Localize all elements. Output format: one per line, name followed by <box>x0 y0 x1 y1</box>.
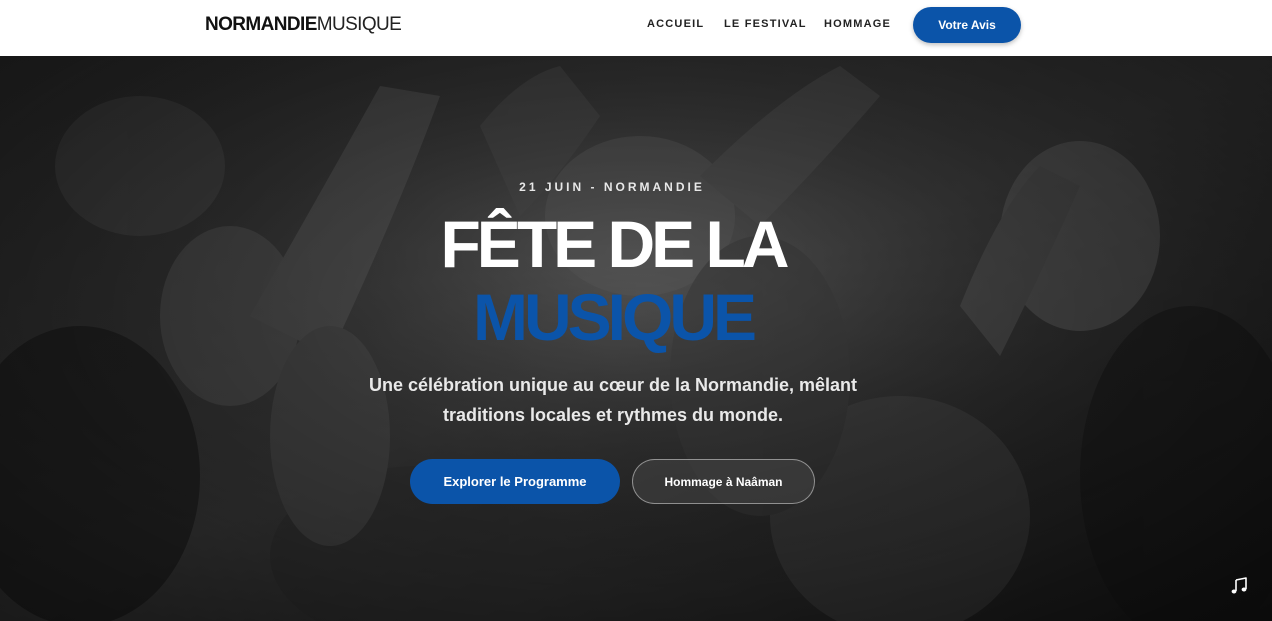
nav-link-hommage[interactable]: HOMMAGE <box>824 18 891 30</box>
hero-title-line1: FÊTE DE LA <box>440 207 789 281</box>
votre-avis-button[interactable]: Votre Avis <box>913 7 1021 43</box>
hero-section: 21 JUIN - NORMANDIE FÊTE DE LA MUSIQUE U… <box>0 56 1272 621</box>
hero-subtitle: Une célébration unique au cœur de la Nor… <box>368 375 858 425</box>
site-header: NORMANDIEMUSIQUE ACCUEIL LE FESTIVAL HOM… <box>0 0 1272 56</box>
nav-link-le-festival[interactable]: LE FESTIVAL <box>724 18 807 30</box>
music-note-icon <box>1231 577 1247 594</box>
music-toggle-button[interactable] <box>1226 573 1252 599</box>
hero-title-line2: MUSIQUE <box>472 280 757 354</box>
logo-bold-text: NORMANDIE <box>205 14 317 35</box>
site-logo[interactable]: NORMANDIEMUSIQUE <box>205 14 402 36</box>
nav-link-accueil[interactable]: ACCUEIL <box>647 18 704 30</box>
logo-light-text: MUSIQUE <box>316 14 402 35</box>
explore-programme-button[interactable]: Explorer le Programme <box>410 459 620 504</box>
hero-date-location: 21 JUIN - NORMANDIE <box>519 180 705 194</box>
hommage-naaman-button[interactable]: Hommage à Naâman <box>632 459 815 504</box>
